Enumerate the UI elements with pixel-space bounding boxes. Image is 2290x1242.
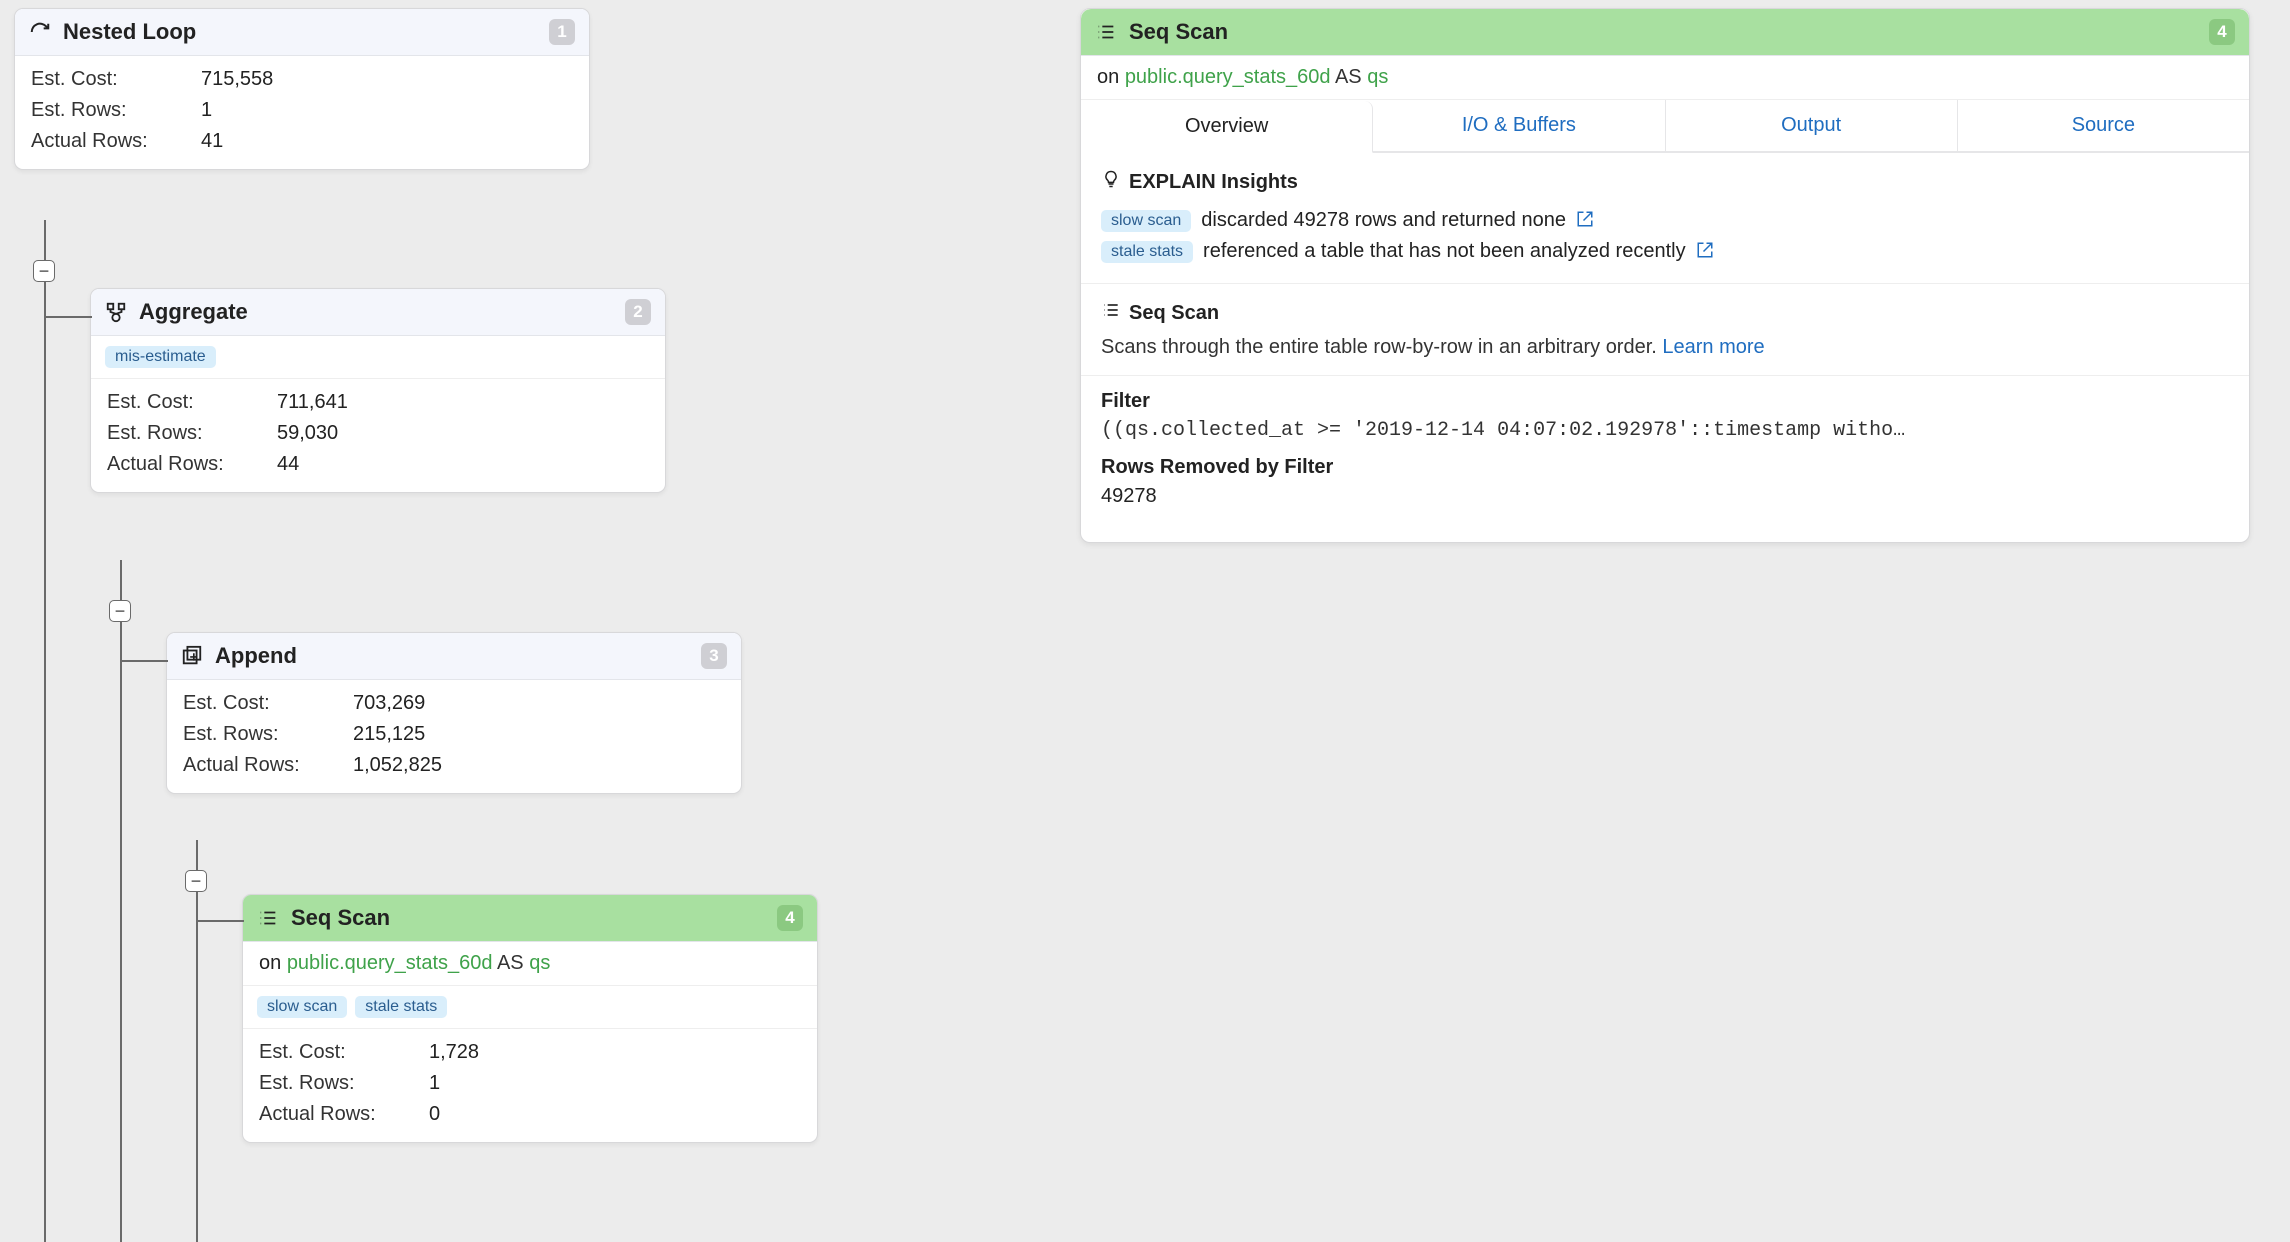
plan-node-nested-loop[interactable]: Nested Loop 1 Est. Cost:715,558 Est. Row…: [14, 8, 590, 170]
value-est-rows: 1: [201, 99, 212, 122]
learn-more-link[interactable]: Learn more: [1662, 336, 1764, 358]
tag-stale-stats: stale stats: [355, 996, 447, 1018]
lightbulb-icon: [1101, 169, 1121, 195]
tab-io-buffers[interactable]: I/O & Buffers: [1373, 100, 1665, 152]
label-est-cost: Est. Cost:: [31, 68, 201, 91]
insight-text: discarded 49278 rows and returned none: [1201, 209, 1566, 232]
list-icon: [1095, 21, 1121, 43]
filter-expression: ((qs.collected_at >= '2019-12-14 04:07:0…: [1101, 419, 2229, 442]
insight-tag-stale-stats: stale stats: [1101, 241, 1193, 263]
value-est-rows: 215,125: [353, 723, 425, 746]
tree-toggle-3[interactable]: −: [185, 870, 207, 892]
value-actual-rows: 1,052,825: [353, 754, 442, 777]
label-est-cost: Est. Cost:: [107, 391, 277, 414]
node-subtitle: on public.query_stats_60d AS qs: [243, 942, 817, 986]
rows-removed-label: Rows Removed by Filter: [1101, 456, 2229, 479]
scan-description: Scans through the entire table row-by-ro…: [1101, 336, 1662, 358]
plan-node-seq-scan[interactable]: Seq Scan 4 on public.query_stats_60d AS …: [242, 894, 818, 1143]
node-number-badge: 4: [777, 905, 803, 931]
label-est-cost: Est. Cost:: [259, 1041, 429, 1064]
label-est-rows: Est. Rows:: [183, 723, 353, 746]
insight-text: referenced a table that has not been ana…: [1203, 240, 1686, 263]
value-est-rows: 1: [429, 1072, 440, 1095]
label-actual-rows: Actual Rows:: [31, 130, 201, 153]
value-est-cost: 703,269: [353, 692, 425, 715]
insights-heading: EXPLAIN Insights: [1129, 171, 1298, 194]
list-icon: [1101, 300, 1121, 326]
plan-node-aggregate[interactable]: Aggregate 2 mis-estimate Est. Cost:711,6…: [90, 288, 666, 493]
refresh-icon: [29, 21, 55, 43]
detail-tabs: Overview I/O & Buffers Output Source: [1081, 100, 2249, 153]
filter-label: Filter: [1101, 390, 2229, 413]
node-number-badge: 1: [549, 19, 575, 45]
node-number-badge: 3: [701, 643, 727, 669]
node-title: Nested Loop: [63, 19, 549, 45]
aggregate-icon: [105, 301, 131, 323]
value-actual-rows: 44: [277, 453, 299, 476]
tree-toggle-1[interactable]: −: [33, 260, 55, 282]
tab-output[interactable]: Output: [1666, 100, 1958, 152]
label-actual-rows: Actual Rows:: [259, 1103, 429, 1126]
insight-external-link[interactable]: [1576, 209, 1594, 232]
label-actual-rows: Actual Rows:: [183, 754, 353, 777]
append-icon: [181, 645, 207, 667]
tree-toggle-2[interactable]: −: [109, 600, 131, 622]
label-est-rows: Est. Rows:: [31, 99, 201, 122]
label-actual-rows: Actual Rows:: [107, 453, 277, 476]
detail-number-badge: 4: [2209, 19, 2235, 45]
node-title: Aggregate: [139, 299, 625, 325]
node-number-badge: 2: [625, 299, 651, 325]
value-actual-rows: 0: [429, 1103, 440, 1126]
detail-panel: Seq Scan 4 on public.query_stats_60d AS …: [1080, 8, 2250, 543]
label-est-cost: Est. Cost:: [183, 692, 353, 715]
tag-mis-estimate: mis-estimate: [105, 346, 216, 368]
tab-source[interactable]: Source: [1958, 100, 2249, 152]
node-title: Seq Scan: [291, 905, 777, 931]
insight-tag-slow-scan: slow scan: [1101, 210, 1191, 232]
detail-title: Seq Scan: [1129, 19, 2209, 45]
label-est-rows: Est. Rows:: [259, 1072, 429, 1095]
label-est-rows: Est. Rows:: [107, 422, 277, 445]
scan-type-heading: Seq Scan: [1129, 302, 1219, 325]
insight-external-link[interactable]: [1696, 240, 1714, 263]
node-title: Append: [215, 643, 701, 669]
value-est-rows: 59,030: [277, 422, 338, 445]
tag-slow-scan: slow scan: [257, 996, 347, 1018]
value-est-cost: 715,558: [201, 68, 273, 91]
value-est-cost: 711,641: [277, 391, 348, 414]
rows-removed-value: 49278: [1101, 485, 2229, 508]
tab-overview[interactable]: Overview: [1081, 101, 1373, 153]
plan-node-append[interactable]: Append 3 Est. Cost:703,269 Est. Rows:215…: [166, 632, 742, 794]
list-icon: [257, 907, 283, 929]
value-actual-rows: 41: [201, 130, 223, 153]
value-est-cost: 1,728: [429, 1041, 479, 1064]
detail-subtitle: on public.query_stats_60d AS qs: [1081, 56, 2249, 100]
